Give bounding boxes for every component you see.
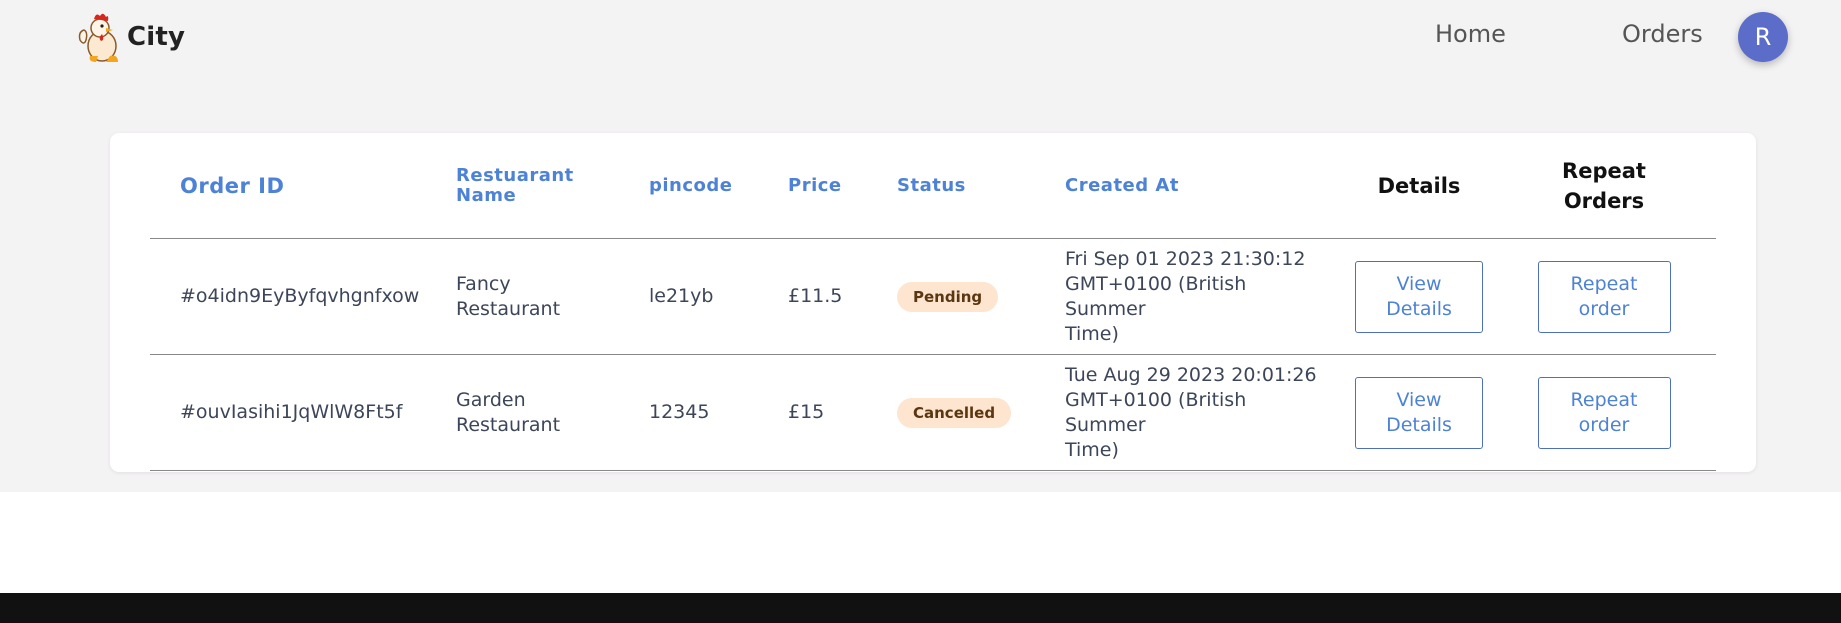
table-row: #o4idn9EyByfqvhgnfxow Fancy Restaurant l… xyxy=(150,239,1716,355)
brand-link[interactable]: City xyxy=(76,10,185,64)
header-status: Status xyxy=(897,174,966,196)
restaurant-name: Garden Restaurant xyxy=(456,388,561,436)
table-row: #ouvIasihi1JqWlW8Ft5f Garden Restaurant … xyxy=(150,355,1716,471)
top-navbar: City Home Orders R xyxy=(0,0,1841,74)
header-pincode: pincode xyxy=(649,174,733,196)
header-created-at: Created At xyxy=(1065,174,1179,196)
pincode: 12345 xyxy=(649,401,710,423)
footer xyxy=(0,593,1841,623)
status-badge: Pending xyxy=(897,281,999,312)
rooster-chef-logo-icon xyxy=(78,13,118,62)
repeat-order-button[interactable]: Repeat order xyxy=(1537,376,1671,449)
view-details-button[interactable]: View Details xyxy=(1355,376,1483,449)
nav-home-link[interactable]: Home xyxy=(1435,20,1506,48)
order-id: #ouvIasihi1JqWlW8Ft5f xyxy=(180,401,403,423)
orders-table: Order ID Restuarant Name pincode Price S… xyxy=(150,133,1716,471)
created-at: Tue Aug 29 2023 20:01:26 GMT+0100 (Briti… xyxy=(1065,363,1317,461)
nav-orders-link[interactable]: Orders xyxy=(1622,20,1703,48)
avatar[interactable]: R xyxy=(1738,12,1788,62)
order-id: #o4idn9EyByfqvhgnfxow xyxy=(180,285,420,307)
header-order-id: Order ID xyxy=(180,173,285,198)
repeat-order-button[interactable]: Repeat order xyxy=(1537,260,1671,333)
status-badge: Cancelled xyxy=(897,397,1012,428)
price: £11.5 xyxy=(788,285,843,307)
view-details-button[interactable]: View Details xyxy=(1355,260,1483,333)
header-price: Price xyxy=(788,174,842,196)
header-restaurant-name: Restuarant Name xyxy=(456,164,574,206)
brand-name: City xyxy=(127,22,186,52)
header-repeat-orders: Repeat Orders xyxy=(1562,158,1646,213)
header-details: Details xyxy=(1377,173,1461,198)
pincode: le21yb xyxy=(649,285,714,307)
table-header-row: Order ID Restuarant Name pincode Price S… xyxy=(150,133,1716,239)
price: £15 xyxy=(788,401,825,423)
orders-card: Order ID Restuarant Name pincode Price S… xyxy=(110,133,1756,472)
created-at: Fri Sep 01 2023 21:30:12 GMT+0100 (Briti… xyxy=(1065,247,1306,345)
restaurant-name: Fancy Restaurant xyxy=(456,272,561,320)
